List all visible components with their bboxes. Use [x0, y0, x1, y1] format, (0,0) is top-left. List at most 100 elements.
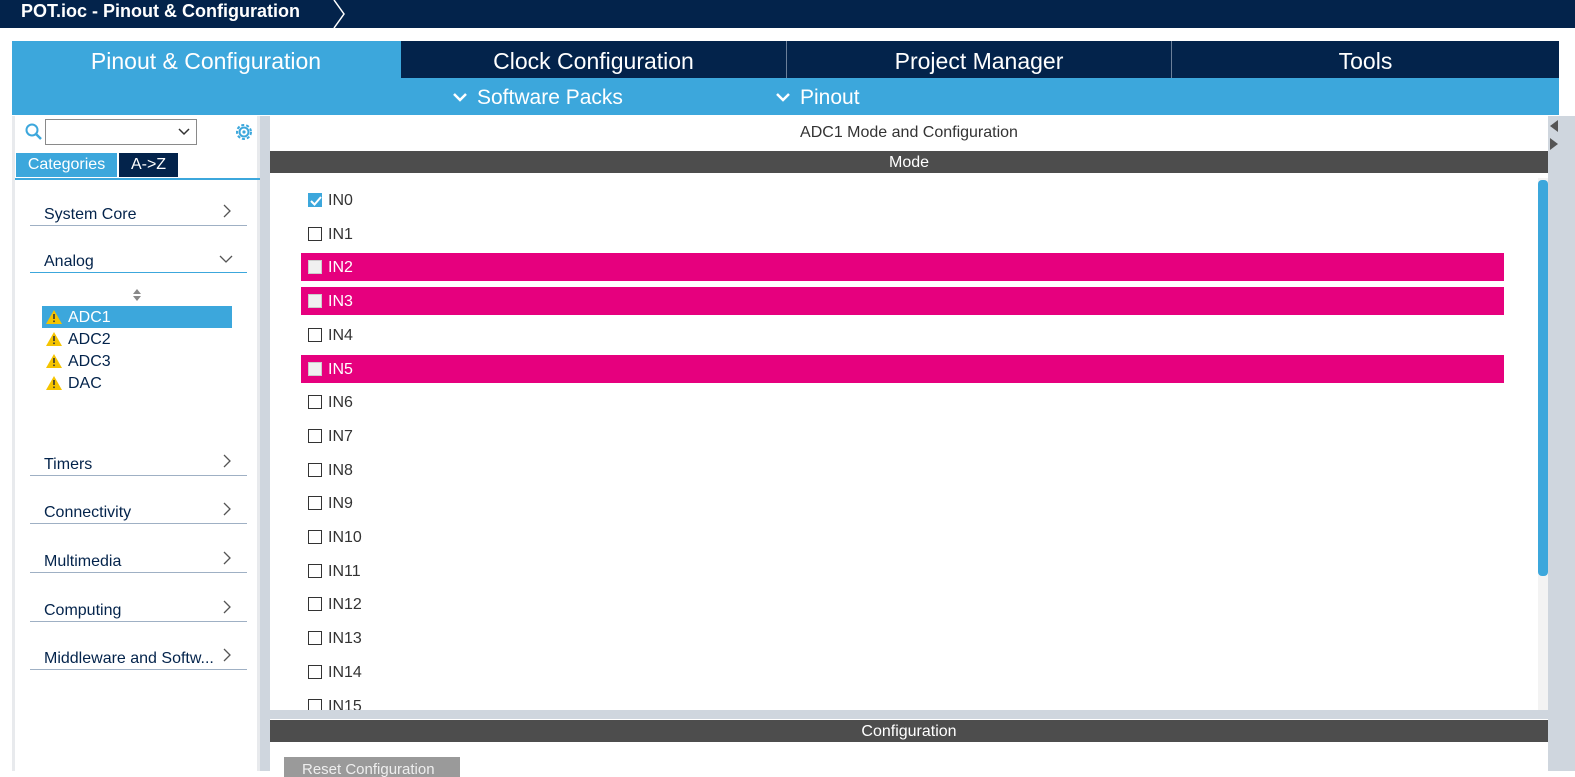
configuration-section-header: Configuration: [270, 720, 1548, 742]
channel-label: IN2: [328, 259, 353, 276]
analog-item-adc1[interactable]: ADC1: [42, 306, 232, 328]
window-title: POT.ioc - Pinout & Configuration: [21, 1, 300, 21]
category-label: Multimedia: [44, 553, 122, 570]
channel-row-in11[interactable]: IN11: [301, 557, 1504, 585]
analog-item-label: ADC1: [68, 309, 111, 326]
tab-tools[interactable]: Tools: [1172, 41, 1559, 78]
warning-icon: [46, 376, 62, 390]
channel-row-in7[interactable]: IN7: [301, 422, 1504, 450]
analog-item-adc2[interactable]: ADC2: [42, 328, 232, 350]
tab-project-manager[interactable]: Project Manager: [787, 41, 1172, 78]
title-bar: POT.ioc - Pinout & Configuration: [0, 0, 1575, 28]
chevron-right-icon: [223, 502, 231, 516]
channel-label: IN14: [328, 664, 362, 681]
pinout-menu[interactable]: Pinout: [775, 78, 860, 115]
channel-row-in2[interactable]: IN2: [301, 253, 1504, 281]
channel-row-in13[interactable]: IN13: [301, 624, 1504, 652]
category-middleware[interactable]: Middleware and Softw...: [30, 640, 247, 670]
chevron-down-icon: [178, 128, 190, 136]
channel-label: IN13: [328, 630, 362, 647]
category-label: Timers: [44, 456, 93, 473]
software-packs-label: Software Packs: [477, 86, 623, 109]
channel-row-in5[interactable]: IN5: [301, 355, 1504, 383]
channel-row-in12[interactable]: IN12: [301, 590, 1504, 618]
channel-row-in14[interactable]: IN14: [301, 658, 1504, 686]
channel-checkbox[interactable]: [308, 463, 322, 477]
analog-item-dac[interactable]: DAC: [42, 372, 232, 394]
channel-checkbox[interactable]: [308, 564, 322, 578]
channel-checkbox[interactable]: [308, 429, 322, 443]
channel-label: IN12: [328, 596, 362, 613]
category-label: System Core: [44, 206, 137, 223]
channel-checkbox[interactable]: [308, 496, 322, 510]
analog-item-label: ADC2: [68, 331, 111, 348]
checkmark-icon: [310, 196, 322, 206]
chevron-down-icon: [219, 255, 233, 263]
tab-clock-configuration[interactable]: Clock Configuration: [401, 41, 787, 78]
channel-row-in10[interactable]: IN10: [301, 523, 1504, 551]
software-packs-menu[interactable]: Software Packs: [452, 78, 623, 115]
warning-icon: [46, 354, 62, 368]
panel-title: ADC1 Mode and Configuration: [800, 124, 1018, 141]
channel-label: IN9: [328, 495, 353, 512]
channel-label: IN10: [328, 529, 362, 546]
chevron-right-icon: [223, 551, 231, 565]
mode-section-header: Mode: [270, 151, 1548, 173]
channel-checkbox[interactable]: [308, 294, 322, 308]
category-multimedia[interactable]: Multimedia: [30, 543, 247, 573]
mode-configuration-panel: ADC1 Mode and Configuration Mode IN0 IN1 I…: [270, 116, 1548, 771]
channel-checkbox[interactable]: [308, 227, 322, 241]
category-label: Computing: [44, 602, 122, 619]
collapse-arrow-icon[interactable]: [1549, 118, 1559, 154]
channel-checkbox[interactable]: [308, 362, 322, 376]
category-sidebar: Categories A->Z System Core Analog ADC1 …: [12, 116, 260, 771]
search-input[interactable]: [45, 119, 197, 145]
channel-checkbox[interactable]: [308, 260, 322, 274]
warning-icon: [46, 332, 62, 346]
tab-categories[interactable]: Categories: [16, 153, 117, 177]
category-analog[interactable]: Analog: [30, 243, 247, 273]
channel-checkbox[interactable]: [308, 193, 322, 207]
search-icon[interactable]: [25, 123, 43, 141]
channel-label: IN4: [328, 327, 353, 344]
channel-row-in3[interactable]: IN3: [301, 287, 1504, 315]
chevron-right-icon: [223, 600, 231, 614]
channel-checkbox[interactable]: [308, 631, 322, 645]
section-splitter[interactable]: [270, 710, 1548, 719]
channel-row-in6[interactable]: IN6: [301, 388, 1504, 416]
channel-checkbox[interactable]: [308, 597, 322, 611]
gear-icon[interactable]: [233, 121, 255, 143]
warning-icon: [46, 310, 62, 324]
reset-configuration-button[interactable]: Reset Configuration: [284, 757, 460, 777]
channel-label: IN11: [328, 563, 361, 580]
tab-pinout-configuration[interactable]: Pinout & Configuration: [12, 41, 401, 78]
analog-item-adc3[interactable]: ADC3: [42, 350, 232, 372]
category-label: Connectivity: [44, 504, 132, 521]
sort-icon[interactable]: [132, 288, 142, 302]
channel-row-in1[interactable]: IN1: [301, 220, 1504, 248]
tab-underline: [15, 178, 260, 180]
channel-checkbox[interactable]: [308, 328, 322, 342]
channel-row-in4[interactable]: IN4: [301, 321, 1504, 349]
category-system-core[interactable]: System Core: [30, 196, 247, 226]
analog-item-label: DAC: [68, 375, 102, 392]
chevron-right-icon: [223, 454, 231, 468]
category-connectivity[interactable]: Connectivity: [30, 494, 247, 524]
channel-row-in8[interactable]: IN8: [301, 456, 1504, 484]
main-tabs: Pinout & Configuration Clock Configurati…: [12, 41, 1559, 78]
channel-row-in0[interactable]: IN0: [301, 186, 1504, 214]
category-label: Analog: [44, 253, 94, 270]
category-computing[interactable]: Computing: [30, 592, 247, 622]
mode-scrollbar-thumb[interactable]: [1538, 180, 1548, 576]
channel-checkbox[interactable]: [308, 395, 322, 409]
channel-checkbox[interactable]: [308, 530, 322, 544]
sidebar-splitter[interactable]: [260, 116, 270, 771]
tab-a-to-z[interactable]: A->Z: [119, 153, 178, 177]
channel-label: IN6: [328, 394, 353, 411]
chevron-right-icon: [223, 204, 231, 218]
channel-row-in9[interactable]: IN9: [301, 489, 1504, 517]
channel-checkbox[interactable]: [308, 665, 322, 679]
analog-item-label: ADC3: [68, 353, 111, 370]
category-timers[interactable]: Timers: [30, 446, 247, 476]
chevron-down-icon: [453, 93, 467, 102]
